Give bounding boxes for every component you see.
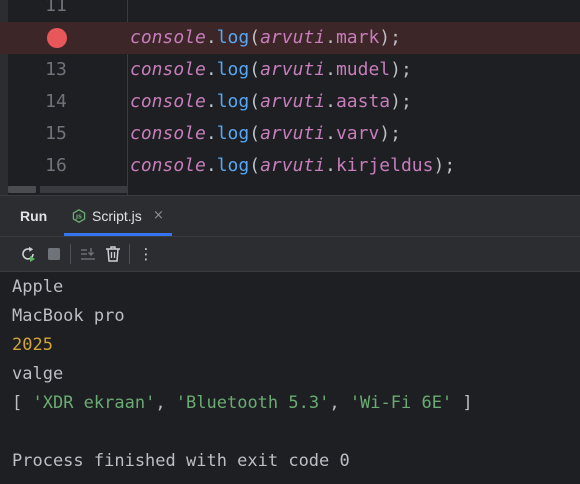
array-open-bracket: [ bbox=[12, 393, 33, 413]
code-variable: arvuti bbox=[260, 59, 326, 80]
line-number: 15 bbox=[45, 123, 67, 144]
array-string: 'Wi-Fi 6E' bbox=[349, 393, 453, 413]
nodejs-icon: JS bbox=[72, 209, 86, 223]
code-object: console bbox=[130, 27, 206, 48]
array-string: 'XDR ekraan' bbox=[32, 393, 156, 413]
code-function: log bbox=[216, 155, 250, 176]
code-object: console bbox=[130, 59, 206, 80]
line-number: 11 bbox=[45, 0, 67, 16]
code-line[interactable]: 14 console.log(arvuti.aasta); bbox=[0, 86, 580, 118]
code-property: aasta bbox=[335, 91, 391, 112]
array-separator: , bbox=[329, 393, 350, 413]
rerun-icon[interactable] bbox=[18, 244, 38, 264]
code-line[interactable]: 13 console.log(arvuti.mudel); bbox=[0, 54, 580, 86]
line-number: 13 bbox=[45, 59, 67, 80]
close-icon[interactable]: × bbox=[153, 196, 164, 236]
code-line-breakpoint[interactable]: console.log(arvuti.mark); bbox=[0, 22, 580, 54]
trash-icon[interactable] bbox=[103, 244, 123, 264]
array-string: 'Bluetooth 5.3' bbox=[175, 393, 330, 413]
line-number: 14 bbox=[45, 91, 67, 112]
stop-icon[interactable] bbox=[44, 244, 64, 264]
code-variable: arvuti bbox=[260, 91, 326, 112]
code-text[interactable]: console.log(arvuti.aasta); bbox=[130, 86, 412, 118]
code-function: log bbox=[216, 59, 250, 80]
console-line-array: [ 'XDR ekraan', 'Bluetooth 5.3', 'Wi-Fi … bbox=[12, 389, 473, 418]
code-object: console bbox=[130, 123, 206, 144]
active-tab-indicator bbox=[64, 233, 172, 236]
code-variable: arvuti bbox=[260, 123, 326, 144]
code-property: mudel bbox=[335, 59, 391, 80]
array-separator: , bbox=[155, 393, 176, 413]
breakpoint-icon[interactable] bbox=[47, 28, 67, 48]
console-line: valge bbox=[12, 364, 64, 384]
console-output[interactable]: Apple MacBook pro 2025 valge [ 'XDR ekra… bbox=[0, 272, 580, 484]
tab-label: Script.js bbox=[92, 208, 142, 224]
svg-text:JS: JS bbox=[75, 215, 82, 221]
line-number: 16 bbox=[45, 155, 67, 176]
console-line: Apple bbox=[12, 277, 64, 297]
code-variable: arvuti bbox=[260, 27, 326, 48]
code-line[interactable]: 11 bbox=[0, 0, 580, 22]
console-line-number: 2025 bbox=[12, 335, 53, 355]
scroll-to-end-icon[interactable] bbox=[78, 244, 98, 264]
more-options-icon[interactable]: ⋮ bbox=[136, 243, 156, 263]
code-function: log bbox=[216, 123, 250, 144]
console-line: MacBook pro bbox=[12, 306, 125, 326]
code-variable: arvuti bbox=[260, 155, 326, 176]
code-text[interactable]: console.log(arvuti.varv); bbox=[130, 118, 401, 150]
code-text[interactable]: console.log(arvuti.mark); bbox=[130, 22, 401, 54]
array-close-bracket: ] bbox=[452, 393, 473, 413]
toolbar-separator bbox=[129, 244, 130, 264]
code-property: kirjeldus bbox=[335, 155, 434, 176]
code-text[interactable]: console.log(arvuti.mudel); bbox=[130, 54, 412, 86]
horizontal-scrollbar-thumb[interactable] bbox=[8, 186, 36, 193]
code-function: log bbox=[216, 27, 250, 48]
toolbar-separator bbox=[70, 244, 71, 264]
code-object: console bbox=[130, 155, 206, 176]
run-panel-title: Run bbox=[20, 208, 48, 224]
code-object: console bbox=[130, 91, 206, 112]
run-tab-bar: Run JS Script.js × bbox=[0, 196, 580, 237]
code-text[interactable]: console.log(arvuti.kirjeldus); bbox=[130, 150, 455, 182]
code-function: log bbox=[216, 91, 250, 112]
horizontal-scrollbar-track[interactable] bbox=[40, 186, 128, 193]
code-line[interactable]: 15 console.log(arvuti.varv); bbox=[0, 118, 580, 150]
run-toolbar: ⋮ bbox=[0, 237, 580, 272]
run-tool-window: Run JS Script.js × ⋮ Apple MacBook pro 2… bbox=[0, 195, 580, 484]
code-property: varv bbox=[335, 123, 380, 144]
tab-script-js[interactable]: JS Script.js × bbox=[64, 196, 172, 236]
code-property: mark bbox=[335, 27, 380, 48]
console-exit-message: Process finished with exit code 0 bbox=[12, 451, 350, 471]
code-line[interactable]: 16 console.log(arvuti.kirjeldus); bbox=[0, 150, 580, 182]
code-editor[interactable]: 11 console.log(arvuti.mark); 13 console.… bbox=[0, 0, 580, 195]
